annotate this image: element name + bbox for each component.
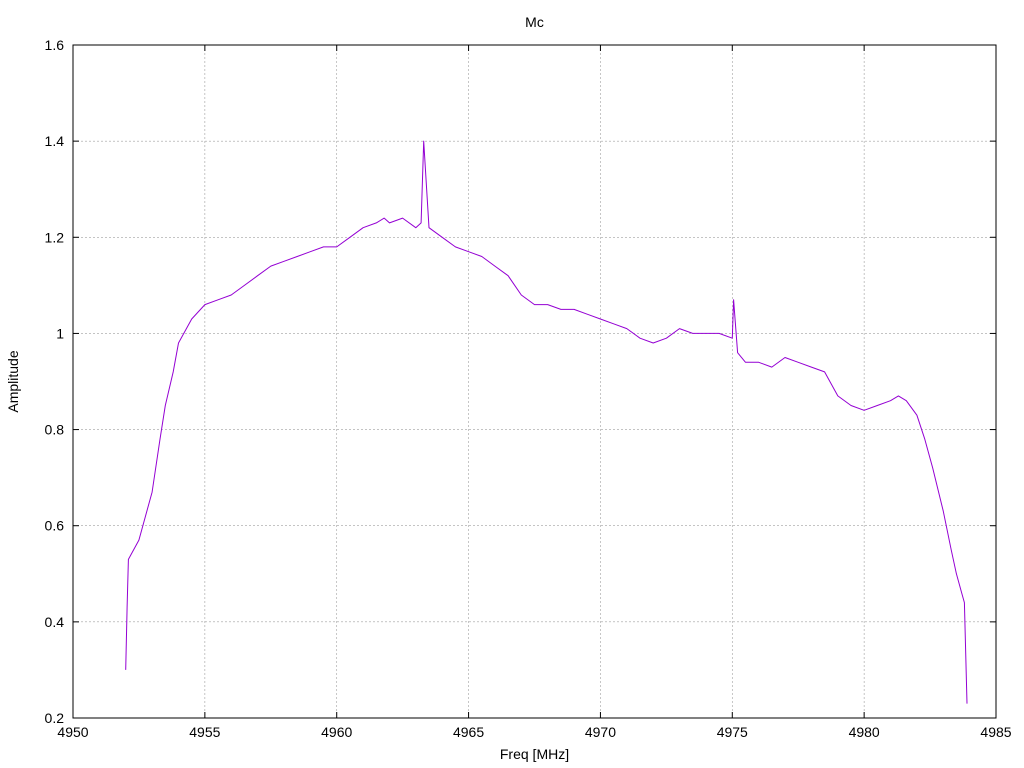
x-tick-label: 4970 — [585, 724, 616, 740]
chart: 4950 4955 4960 4965 4970 4975 4980 4985 0.2 0.4 0.… — [0, 0, 1024, 768]
x-axis-label: Freq [MHz] — [500, 746, 569, 762]
chart-title: Mc — [525, 14, 544, 30]
x-tick-label: 4985 — [980, 724, 1011, 740]
y-tick-label: 0.2 — [45, 710, 65, 726]
y-tick-label: 1 — [56, 325, 64, 341]
y-tick-label: 1.2 — [45, 229, 65, 245]
y-axis-label: Amplitude — [5, 350, 21, 412]
y-tick-label: 0.8 — [45, 422, 65, 438]
y-tick-label: 1.6 — [45, 37, 65, 53]
x-tick-label: 4960 — [321, 724, 352, 740]
y-tick-label: 0.4 — [45, 614, 65, 630]
y-tick-label: 1.4 — [45, 133, 65, 149]
x-tick-label: 4980 — [849, 724, 880, 740]
x-tick-label: 4975 — [717, 724, 748, 740]
y-tick-label: 0.6 — [45, 518, 65, 534]
chart-background — [0, 0, 1024, 768]
x-tick-label: 4955 — [189, 724, 220, 740]
x-tick-label: 4950 — [57, 724, 88, 740]
x-tick-label: 4965 — [453, 724, 484, 740]
